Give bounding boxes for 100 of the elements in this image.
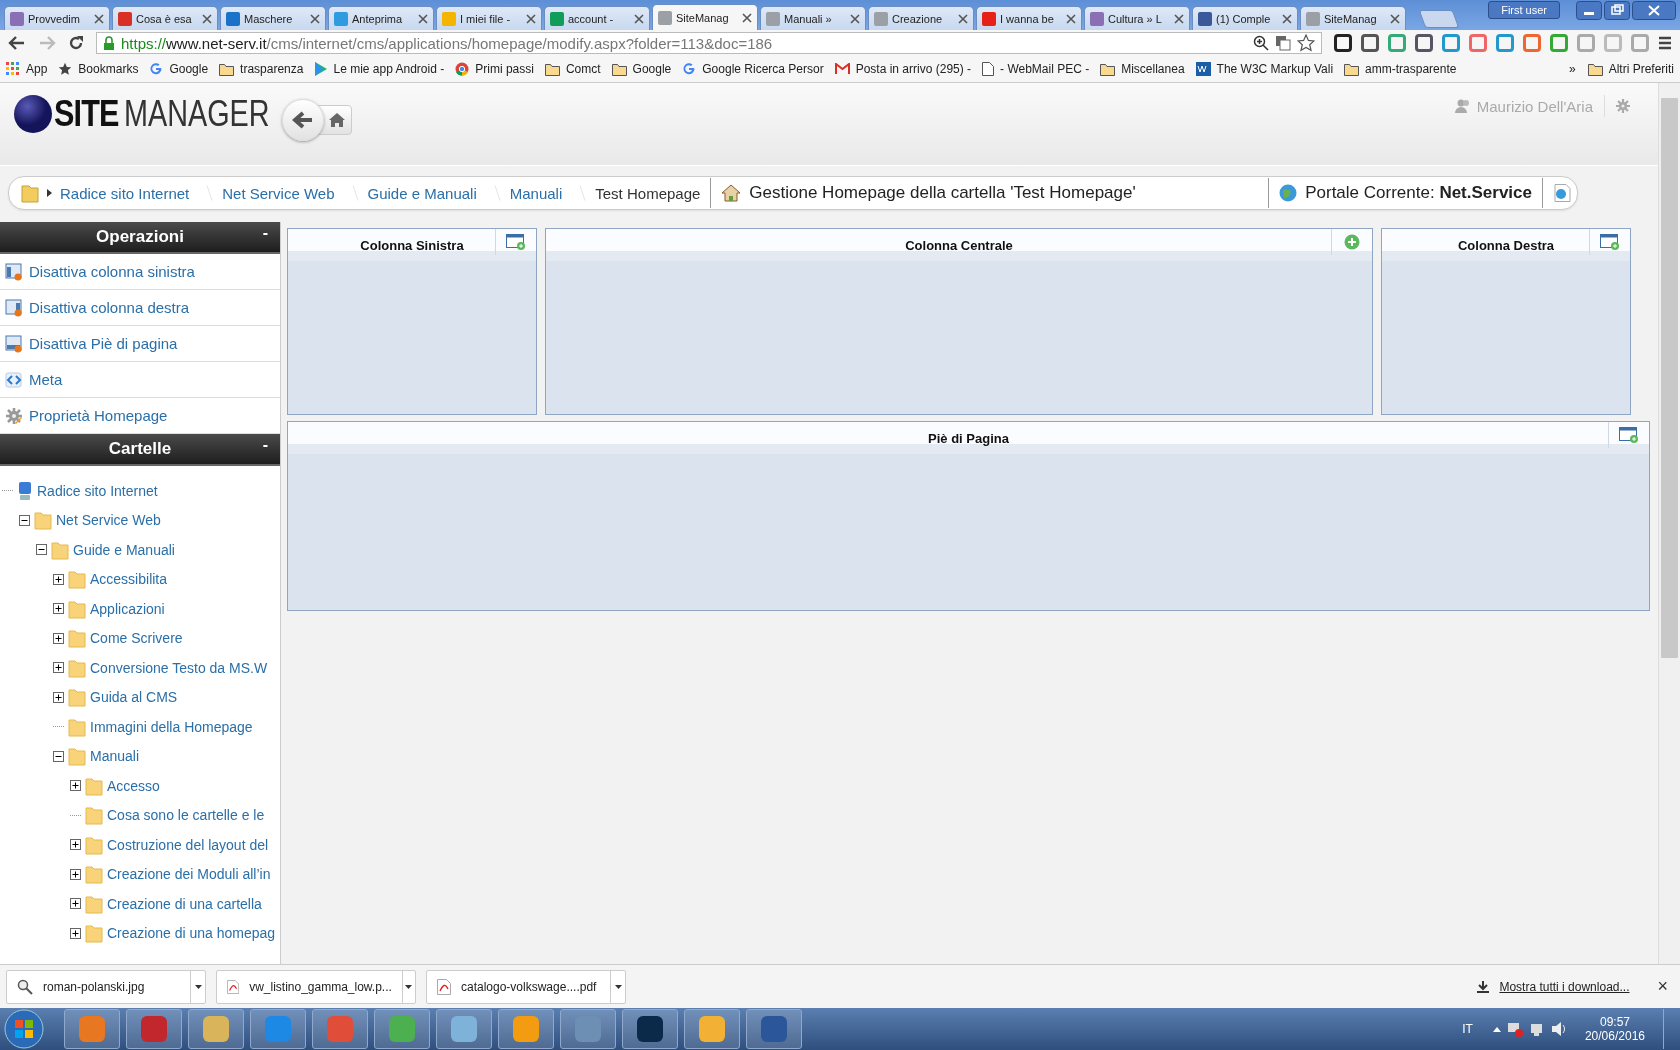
close-icon[interactable] xyxy=(1066,13,1076,24)
browser-tab[interactable]: Maschere xyxy=(220,6,326,30)
folder-link[interactable]: Immagini della Homepage xyxy=(90,718,253,735)
reload-icon[interactable] xyxy=(68,35,84,51)
browser-tab[interactable]: Cultura » L xyxy=(1084,6,1190,30)
bookmark-item[interactable]: Comct xyxy=(544,62,601,76)
breadcrumb-link[interactable]: Net Service Web xyxy=(222,184,335,202)
taskbar-button[interactable] xyxy=(684,1009,740,1049)
operation-link[interactable]: Disattiva colonna sinistra xyxy=(0,254,280,290)
expand-toggle[interactable] xyxy=(53,603,64,615)
expand-toggle[interactable] xyxy=(70,839,81,851)
bookmark-item[interactable]: trasparenza xyxy=(219,62,304,76)
other-bookmarks-folder[interactable]: Altri Preferiti xyxy=(1587,62,1674,76)
globe-page-icon[interactable] xyxy=(1553,184,1571,202)
breadcrumb-link[interactable]: Radice sito Internet xyxy=(60,184,190,202)
extension-icon[interactable] xyxy=(1334,34,1352,52)
folder-link[interactable]: Creazione di una homepag xyxy=(107,925,276,942)
expand-toggle[interactable] xyxy=(70,780,81,792)
caret-icon[interactable] xyxy=(405,984,413,989)
folder-link[interactable]: Creazione di una cartella xyxy=(107,895,262,912)
operation-link[interactable]: Meta xyxy=(0,362,280,398)
address-bar[interactable]: https://www.net-serv.it/cms/internet/cms/applications/homepage/modify.aspx?folder=113&doc=186 xyxy=(96,32,1322,54)
browser-tab[interactable]: Cosa è esa xyxy=(112,6,218,30)
taskbar-button[interactable] xyxy=(188,1009,244,1049)
bookmark-item[interactable]: The W3C Markup Vali xyxy=(1195,62,1334,76)
volume-icon[interactable] xyxy=(1550,1021,1567,1037)
download-item[interactable]: vw_listino_gamma_low.p... xyxy=(216,969,416,1004)
back-icon[interactable] xyxy=(8,35,26,51)
expand-toggle[interactable] xyxy=(53,573,64,585)
zoom-icon[interactable] xyxy=(1253,35,1269,51)
expand-toggle[interactable] xyxy=(70,868,81,880)
translate-icon[interactable] xyxy=(1275,35,1291,51)
start-button[interactable] xyxy=(4,1009,44,1049)
profile-button[interactable]: First user xyxy=(1488,1,1560,19)
extension-icon[interactable] xyxy=(1415,34,1433,52)
language-indicator[interactable]: IT xyxy=(1462,1022,1473,1036)
folder-link[interactable]: Come Scrivere xyxy=(90,630,183,647)
folder-link[interactable]: Creazione dei Moduli all’in xyxy=(107,866,271,883)
restore-icon[interactable] xyxy=(1604,1,1630,20)
taskbar-button[interactable] xyxy=(622,1009,678,1049)
browser-tab[interactable]: Creazione xyxy=(868,6,974,30)
close-icon[interactable] xyxy=(202,13,212,24)
folder-link[interactable]: Conversione Testo da MS.W xyxy=(90,659,268,676)
caret-icon[interactable] xyxy=(194,984,202,989)
network-icon[interactable] xyxy=(1506,1021,1523,1037)
folder-link[interactable]: Applicazioni xyxy=(90,600,165,617)
operation-link[interactable]: Disattiva colonna destra xyxy=(0,290,280,326)
bookmark-item[interactable]: Miscellanea xyxy=(1100,62,1185,76)
browser-tab[interactable]: SiteManag xyxy=(1300,6,1406,30)
menu-icon[interactable] xyxy=(1658,36,1672,50)
expand-toggle[interactable] xyxy=(53,691,64,703)
download-item[interactable]: catalogo-volkswage....pdf xyxy=(426,969,626,1004)
minimize-icon[interactable] xyxy=(1576,1,1602,20)
folder-link[interactable]: Accessibilita xyxy=(90,571,168,588)
folder-link[interactable]: Accesso xyxy=(107,777,160,794)
close-icon[interactable] xyxy=(526,13,536,24)
folder-link[interactable]: Net Service Web xyxy=(56,512,161,529)
folder-link[interactable]: Radice sito Internet xyxy=(37,482,158,499)
expand-toggle[interactable] xyxy=(53,632,64,644)
bookmark-item[interactable]: Google Ricerca Persor xyxy=(682,62,824,76)
folder-link[interactable]: Guide e Manuali xyxy=(73,541,175,558)
close-icon[interactable] xyxy=(310,13,320,24)
close-button[interactable]: × xyxy=(1657,976,1668,997)
bookmark-item[interactable]: Le mie app Android - xyxy=(314,62,445,76)
close-icon[interactable] xyxy=(1282,13,1292,24)
close-icon[interactable] xyxy=(94,13,104,24)
close-icon[interactable] xyxy=(1174,13,1184,24)
bookmark-item[interactable]: - WebMail PEC - xyxy=(982,62,1090,76)
browser-tab[interactable]: Provvedim xyxy=(4,6,110,30)
close-icon[interactable] xyxy=(1632,1,1676,20)
star-icon[interactable] xyxy=(1297,34,1315,52)
taskbar-button[interactable] xyxy=(746,1009,802,1049)
bookmark-item[interactable]: Posta in arrivo (295) - xyxy=(834,62,972,76)
bookmark-item[interactable]: App xyxy=(6,62,48,76)
add-window-icon[interactable] xyxy=(1619,426,1639,444)
bookmark-item[interactable]: Bookmarks xyxy=(58,62,139,76)
expand-toggle[interactable] xyxy=(70,898,81,910)
breadcrumb-link[interactable]: Manuali xyxy=(509,184,563,202)
collapse-toggle[interactable] xyxy=(19,514,30,526)
browser-tab[interactable]: Anteprima xyxy=(328,6,434,30)
close-icon[interactable] xyxy=(958,13,968,24)
close-icon[interactable] xyxy=(1390,13,1400,24)
bookmark-item[interactable]: Google xyxy=(611,62,672,76)
bookmark-item[interactable]: Google xyxy=(149,62,209,76)
clock[interactable]: 09:57 20/06/2016 xyxy=(1584,1015,1645,1043)
browser-tab[interactable]: SiteManag xyxy=(652,4,758,30)
more-bookmarks-button[interactable]: » xyxy=(1568,62,1576,76)
add-window-icon[interactable] xyxy=(1600,233,1620,251)
download-item[interactable]: roman-polanski.jpg xyxy=(6,969,206,1004)
operation-link[interactable]: Disattiva Piè di pagina xyxy=(0,326,280,362)
caret-icon[interactable] xyxy=(614,984,622,989)
power-icon[interactable] xyxy=(1528,1021,1545,1037)
extension-icon[interactable] xyxy=(1361,34,1379,52)
browser-tab[interactable]: account - xyxy=(544,6,650,30)
folder-link[interactable]: Costruzione del layout del xyxy=(107,836,269,853)
expand-toggle[interactable] xyxy=(53,662,64,674)
bookmark-item[interactable]: Primi passi xyxy=(455,62,534,76)
tray-arrow-icon[interactable] xyxy=(1492,1026,1501,1032)
browser-tab[interactable]: Manuali » xyxy=(760,6,866,30)
close-icon[interactable] xyxy=(634,13,644,24)
